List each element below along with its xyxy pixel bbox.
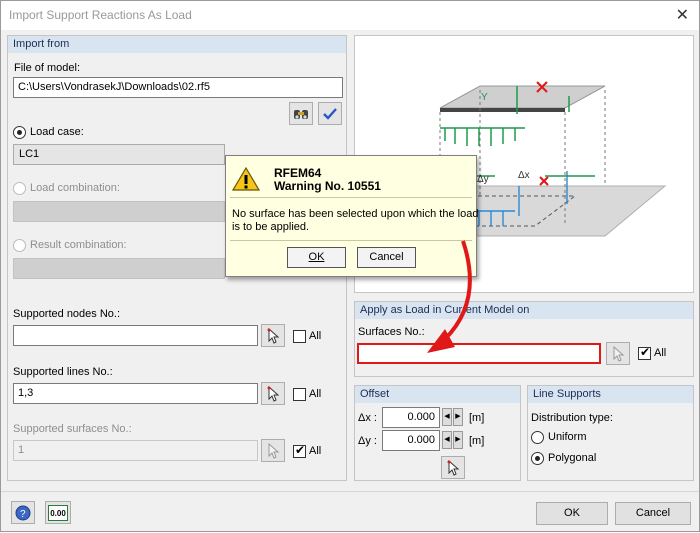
result-combination-radio[interactable] xyxy=(13,239,26,252)
offset-dy-label: Δy : xyxy=(358,435,377,447)
browse-model-button[interactable] xyxy=(289,102,313,125)
target-surfaces-all-checkbox[interactable]: ✔ xyxy=(638,345,651,360)
surfaces-no-label: Surfaces No.: xyxy=(358,326,425,338)
file-path-field[interactable]: C:\Users\VondrasekJ\Downloads\02.rf5 xyxy=(13,77,343,98)
offset-dy-unit: [m] xyxy=(469,435,485,447)
nodes-all-label: All xyxy=(309,330,322,342)
load-combination-select[interactable] xyxy=(13,201,225,222)
supported-nodes-label: Supported nodes No.: xyxy=(13,308,121,320)
uniform-radio[interactable] xyxy=(531,431,544,444)
binoculars-icon xyxy=(294,109,308,119)
message-cancel-button[interactable]: Cancel xyxy=(357,247,416,268)
checkmark-icon xyxy=(323,107,337,120)
load-case-select[interactable]: LC1 xyxy=(13,144,225,165)
load-case-label: Load case: xyxy=(30,126,84,138)
message-separator xyxy=(230,197,472,198)
supported-lines-input[interactable]: 1,3 xyxy=(13,383,258,404)
help-button[interactable]: ? xyxy=(11,501,35,524)
offset-dy-increment[interactable]: ▶ xyxy=(453,431,463,449)
offset-dx-input[interactable]: 0.000 xyxy=(382,407,440,428)
message-ok-button[interactable]: OK xyxy=(287,247,346,268)
title-bar: Import Support Reactions As Load ✕ xyxy=(1,1,699,30)
target-surfaces-input[interactable] xyxy=(357,343,601,364)
surfaces-all-checkbox[interactable]: ✔ xyxy=(293,443,306,458)
warning-icon xyxy=(232,166,260,191)
result-combination-select[interactable] xyxy=(13,258,225,279)
offset-dy-decrement[interactable]: ◀ xyxy=(442,431,452,449)
apply-load-header: Apply as Load in Current Model on xyxy=(355,302,693,319)
cursor-pick-icon xyxy=(447,459,460,476)
import-support-reactions-dialog: Import Support Reactions As Load ✕ Impor… xyxy=(0,0,700,532)
load-combination-label: Load combination: xyxy=(30,182,120,194)
supported-lines-label: Supported lines No.: xyxy=(13,366,113,378)
radio-dot xyxy=(17,130,22,135)
import-from-header: Import from xyxy=(8,36,346,53)
check-mark: ✔ xyxy=(295,443,306,457)
pick-nodes-button[interactable] xyxy=(261,324,285,347)
axis-y-marker: Y xyxy=(481,92,488,103)
units-badge: 0.00 xyxy=(50,508,66,518)
cursor-pick-icon xyxy=(267,385,280,402)
offset-dy-input[interactable]: 0.000 xyxy=(382,430,440,451)
message-app-name: RFEM64 xyxy=(274,166,322,180)
offset-dx-decrement[interactable]: ◀ xyxy=(442,408,452,426)
target-surfaces-all-label: All xyxy=(654,347,667,359)
preview-dx-label: Δx xyxy=(518,170,530,181)
apply-load-group: Apply as Load in Current Model on xyxy=(354,301,694,377)
units-icon: 0.00 xyxy=(48,504,68,521)
message-text-line2: is to be applied. xyxy=(232,221,310,233)
cursor-pick-icon xyxy=(267,327,280,344)
cursor-pick-icon xyxy=(613,345,625,362)
offset-dx-increment[interactable]: ▶ xyxy=(453,408,463,426)
lines-all-label: All xyxy=(309,388,322,400)
offset-dx-unit: [m] xyxy=(469,412,485,424)
preview-dy-label: Δy xyxy=(477,174,489,185)
pick-target-surfaces-button[interactable] xyxy=(606,342,630,365)
uniform-label: Uniform xyxy=(548,431,587,443)
offset-dx-label: Δx : xyxy=(358,412,377,424)
close-icon[interactable]: ✕ xyxy=(676,5,689,25)
result-combination-label: Result combination: xyxy=(30,239,127,251)
footer-divider xyxy=(1,491,699,492)
message-warning-number: Warning No. 10551 xyxy=(274,179,381,193)
message-text-line1: No surface has been selected upon which … xyxy=(232,208,479,220)
polygonal-label: Polygonal xyxy=(548,452,597,464)
cursor-pick-icon xyxy=(268,442,280,459)
file-of-model-label: File of model: xyxy=(14,62,81,74)
units-button[interactable]: 0.00 xyxy=(45,501,71,524)
pick-lines-button[interactable] xyxy=(261,382,285,405)
ok-button[interactable]: OK xyxy=(536,502,608,525)
svg-text:?: ? xyxy=(20,509,26,520)
polygonal-radio[interactable] xyxy=(531,452,544,465)
lines-all-checkbox[interactable] xyxy=(293,388,306,401)
radio-dot xyxy=(535,456,540,461)
line-supports-header: Line Supports xyxy=(528,386,693,403)
confirm-model-button[interactable] xyxy=(318,102,342,125)
distribution-type-label: Distribution type: xyxy=(531,412,613,424)
load-case-radio[interactable] xyxy=(13,126,26,139)
message-separator-bottom xyxy=(230,240,472,241)
pick-offset-button[interactable] xyxy=(441,456,465,479)
supported-surfaces-input[interactable]: 1 xyxy=(13,440,258,461)
warning-message-box: RFEM64 Warning No. 10551 No surface has … xyxy=(225,155,479,277)
supported-nodes-input[interactable] xyxy=(13,325,258,346)
pick-surfaces-button[interactable] xyxy=(261,439,285,462)
check-mark: ✔ xyxy=(640,345,651,359)
help-icon: ? xyxy=(15,505,31,520)
load-combination-radio[interactable] xyxy=(13,182,26,195)
window-title: Import Support Reactions As Load xyxy=(9,8,192,22)
supported-surfaces-label: Supported surfaces No.: xyxy=(13,423,132,435)
offset-header: Offset xyxy=(355,386,520,403)
cancel-button[interactable]: Cancel xyxy=(615,502,691,525)
surfaces-all-label: All xyxy=(309,445,322,457)
nodes-all-checkbox[interactable] xyxy=(293,330,306,343)
